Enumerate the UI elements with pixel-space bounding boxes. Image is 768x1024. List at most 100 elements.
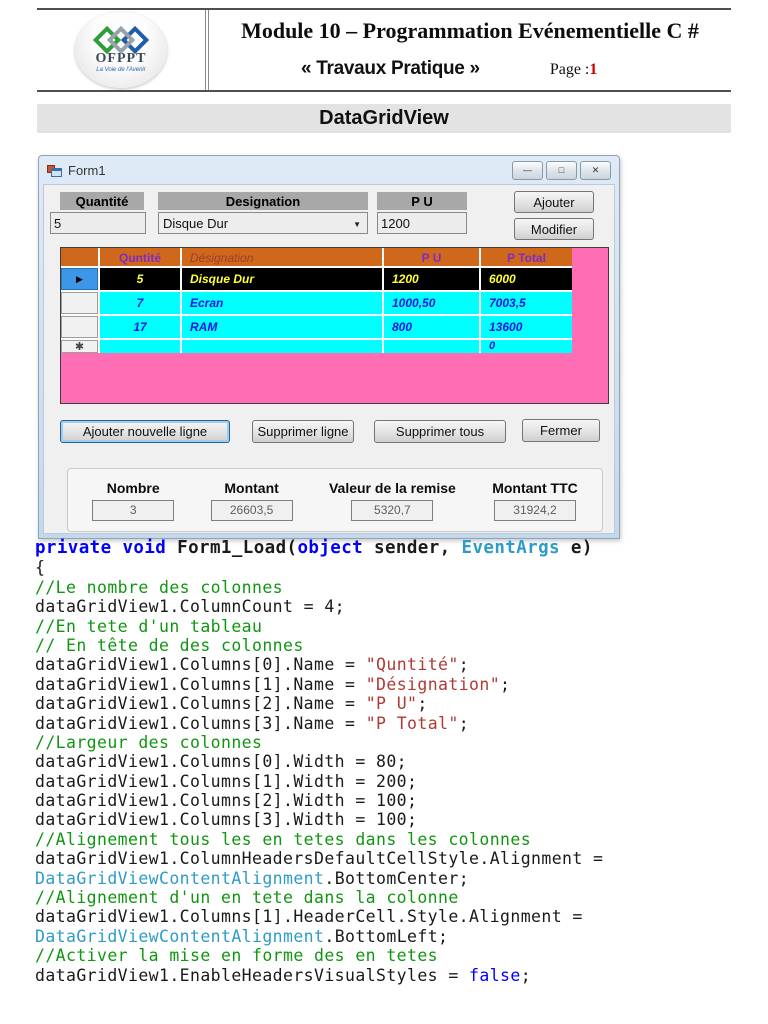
summary-label: Valeur de la remise <box>329 480 456 496</box>
code-token-pl: ; <box>521 966 531 985</box>
row-header[interactable] <box>61 316 98 338</box>
code-token-pl: dataGridView1.Columns[1].Name = <box>35 675 366 694</box>
code-line: DataGridViewContentAlignment.BottomCente… <box>35 869 755 888</box>
grid-cell[interactable] <box>182 340 382 353</box>
grid-cell[interactable]: 0 <box>481 340 572 353</box>
code-token-cm: //Le nombre des colonnes <box>35 578 283 597</box>
grid-cell[interactable]: 17 <box>100 316 180 338</box>
grid-cell[interactable] <box>384 340 479 353</box>
grid-cell[interactable]: 5 <box>100 268 180 290</box>
datagridview-table: QuntitéDésignationP UP Total ▶5Disque Dur… <box>61 248 572 353</box>
code-token-pl <box>112 538 123 558</box>
grid-row: ▶5Disque Dur12006000 <box>61 268 572 290</box>
grid-cell[interactable]: 1200 <box>384 268 479 290</box>
summary-value: 5320,7 <box>351 500 433 521</box>
grid-column-header[interactable]: Désignation <box>182 248 382 266</box>
new-row-icon[interactable]: ✱ <box>61 340 98 353</box>
summary-field: Valeur de la remise 5320,7 <box>329 480 456 521</box>
code-token-pl: sender, <box>363 538 461 558</box>
code-token-kw: void <box>123 538 167 558</box>
code-line: dataGridView1.Columns[0].Name = "Quntité… <box>35 655 755 674</box>
grid-corner-cell <box>61 248 98 266</box>
code-line: dataGridView1.Columns[3].Width = 100; <box>35 810 755 829</box>
ajouter-button[interactable]: Ajouter <box>514 191 594 213</box>
window-titlebar[interactable]: Form1 — □ ✕ <box>39 156 619 184</box>
code-token-pl: dataGridView1.EnableHeadersVisualStyles … <box>35 966 469 985</box>
code-token-cm: //Alignement tous les en tetes dans les … <box>35 830 531 849</box>
modifier-button[interactable]: Modifier <box>514 218 594 240</box>
grid-cell[interactable] <box>100 340 180 353</box>
code-token-cm: //Alignement d'un en tete dans la colonn… <box>35 888 459 907</box>
doc-subtitle: « Travaux Pratique » <box>301 58 480 80</box>
chevron-down-icon: ▼ <box>353 220 361 229</box>
code-line: //Alignement d'un en tete dans la colonn… <box>35 888 755 907</box>
grid-row: 7Ecran1000,507003,5 <box>61 292 572 314</box>
code-token-cm: // En tête de des colonnes <box>35 636 304 655</box>
pu-input[interactable] <box>377 212 467 234</box>
minimize-button[interactable]: — <box>512 161 543 180</box>
code-line: private void Form1_Load(object sender, E… <box>35 539 755 558</box>
section-title: DataGridView <box>37 104 731 133</box>
code-token-pl: dataGridView1.Columns[1].Width = 200; <box>35 772 417 791</box>
code-token-pl: dataGridView1.Columns[2].Width = 100; <box>35 791 417 810</box>
grid-cell[interactable]: 800 <box>384 316 479 338</box>
grid-column-header[interactable]: Quntité <box>100 248 180 266</box>
code-token-cm: //Largeur des colonnes <box>35 733 262 752</box>
grid-column-header[interactable]: P U <box>384 248 479 266</box>
code-line: //Largeur des colonnes <box>35 733 755 752</box>
summary-label: Montant <box>224 480 278 496</box>
code-token-pl: .BottomLeft; <box>324 927 448 946</box>
fermer-button[interactable]: Fermer <box>522 419 600 442</box>
ajouter-nouvelle-ligne-button[interactable]: Ajouter nouvelle ligne <box>60 420 230 443</box>
code-line: DataGridViewContentAlignment.BottomLeft; <box>35 927 755 946</box>
ofppt-logo-oval: OFPPT La Voie de l'Avenir <box>75 12 167 88</box>
summary-label: Nombre <box>107 480 160 496</box>
close-button[interactable]: ✕ <box>580 161 611 180</box>
supprimer-tous-button[interactable]: Supprimer tous <box>374 420 506 443</box>
code-token-pl: dataGridView1.Columns[0].Name = <box>35 655 366 674</box>
code-token-pl: Form1_Load( <box>166 538 297 558</box>
form-icon <box>47 163 63 178</box>
code-token-pl: ; <box>459 714 469 733</box>
code-token-pl: dataGridView1.ColumnCount = 4; <box>35 597 345 616</box>
designation-selected-value: Disque Dur <box>163 216 228 231</box>
designation-combobox[interactable]: Disque Dur ▼ <box>158 212 368 234</box>
quantite-label: Quantité <box>60 192 144 210</box>
quantite-input[interactable] <box>50 212 146 234</box>
code-line: dataGridView1.Columns[2].Width = 100; <box>35 791 755 810</box>
code-token-st: "P Total" <box>366 714 459 733</box>
grid-row: 17RAM80013600 <box>61 316 572 338</box>
datagridview[interactable]: QuntitéDésignationP UP Total ▶5Disque Dur… <box>60 247 609 404</box>
code-line: //En tete d'un tableau <box>35 617 755 636</box>
code-token-cm: //En tete d'un tableau <box>35 617 262 636</box>
grid-cell[interactable]: 1000,50 <box>384 292 479 314</box>
header-title-cell: Module 10 – Programmation Evénementielle… <box>209 10 731 90</box>
row-header[interactable] <box>61 292 98 314</box>
pu-label: P U <box>377 192 467 210</box>
supprimer-ligne-button[interactable]: Supprimer ligne <box>252 420 354 443</box>
code-line: dataGridView1.Columns[1].Name = "Désigna… <box>35 675 755 694</box>
grid-cell[interactable]: 6000 <box>481 268 572 290</box>
grid-cell[interactable]: Disque Dur <box>182 268 382 290</box>
grid-cell[interactable]: Ecran <box>182 292 382 314</box>
grid-cell[interactable]: 7003,5 <box>481 292 572 314</box>
code-line: dataGridView1.ColumnHeadersDefaultCellSt… <box>35 849 755 868</box>
grid-cell[interactable]: 7 <box>100 292 180 314</box>
code-token-pl: e) <box>560 538 593 558</box>
maximize-button[interactable]: □ <box>546 161 577 180</box>
code-token-ty: EventArgs <box>462 538 560 558</box>
grid-column-header[interactable]: P Total <box>481 248 572 266</box>
grid-cell[interactable]: 13600 <box>481 316 572 338</box>
row-selector-icon[interactable]: ▶ <box>61 268 98 290</box>
code-token-ty: DataGridViewContentAlignment <box>35 927 324 946</box>
code-token-kw: object <box>297 538 363 558</box>
code-token-pl: dataGridView1.Columns[0].Width = 80; <box>35 752 407 771</box>
grid-cell[interactable]: RAM <box>182 316 382 338</box>
ofppt-logo-tagline: La Voie de l'Avenir <box>96 66 146 74</box>
ofppt-logo: OFPPT La Voie de l'Avenir <box>37 10 209 90</box>
code-token-kw: private <box>35 538 112 558</box>
code-token-pl: { <box>35 558 45 577</box>
code-token-ty: DataGridViewContentAlignment <box>35 869 324 888</box>
code-token-cm: //Activer la mise en forme des en tetes <box>35 946 438 965</box>
module-title: Module 10 – Programmation Evénementielle… <box>209 18 731 44</box>
